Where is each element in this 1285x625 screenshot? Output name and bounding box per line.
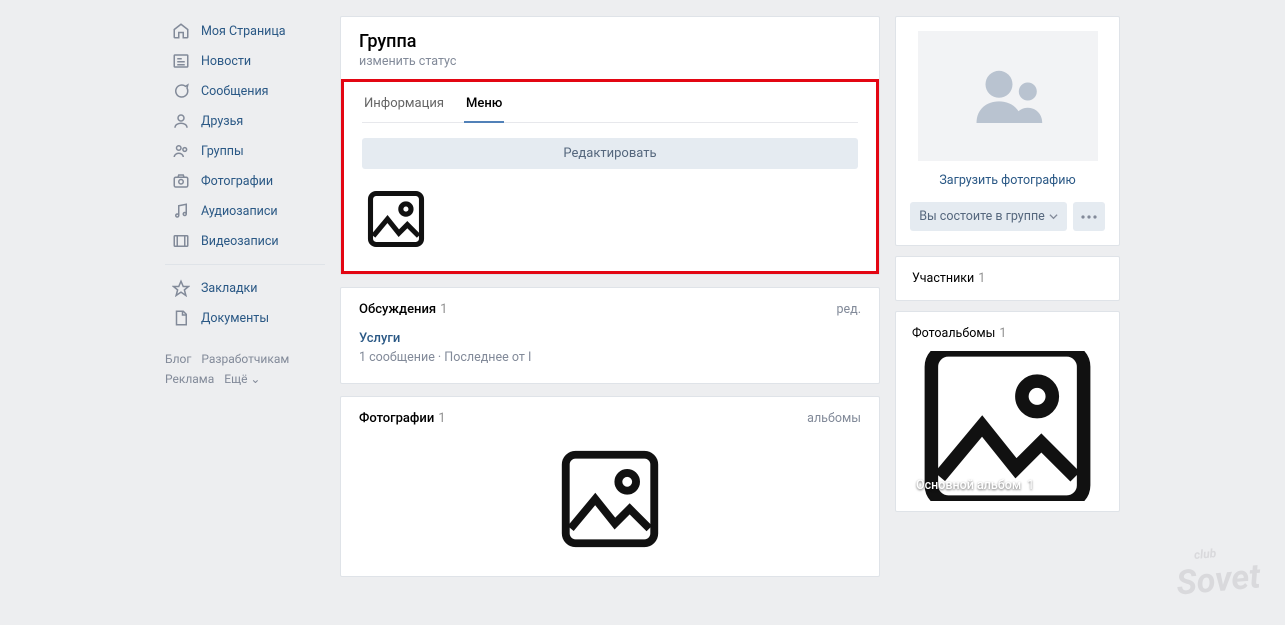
more-actions-button[interactable] [1073,202,1105,231]
nav-documents[interactable]: Документы [165,303,325,333]
ellipsis-icon [1081,215,1097,219]
discussions-card: Обсуждения1 ред. Услуги 1 сообщение · По… [340,287,880,384]
message-icon [171,81,191,101]
friend-icon [171,111,191,131]
nav-groups[interactable]: Группы [165,136,325,166]
nav-label: Группы [201,144,244,159]
nav-my-page[interactable]: Моя Страница [165,16,325,46]
link-blog[interactable]: Блог [165,352,191,366]
camera-icon [171,171,191,191]
tabs: Информация Меню [362,96,858,123]
tab-menu[interactable]: Меню [464,96,504,123]
menu-thumbnail[interactable] [362,185,430,253]
discussions-title: Обсуждения1 [359,302,447,317]
nav-friends[interactable]: Друзья [165,106,325,136]
nav-photos[interactable]: Фотографии [165,166,325,196]
photo-thumbnail[interactable] [551,440,669,558]
nav-label: Документы [201,311,269,326]
photo-albums-title[interactable]: Фотоальбомы1 [912,326,1103,341]
nav-audio[interactable]: Аудиозаписи [165,196,325,226]
albums-link[interactable]: альбомы [807,411,861,426]
upload-photo-link[interactable]: Загрузить фотографию [939,173,1075,188]
nav-label: Закладки [201,281,258,296]
nav-label: Фотографии [201,174,273,189]
sidebar-nav: Моя Страница Новости Сообщения Друзья Гр… [165,16,325,577]
discussions-edit-link[interactable]: ред. [837,302,862,317]
video-icon [171,231,191,251]
nav-label: Новости [201,54,251,69]
nav-label: Друзья [201,114,243,129]
group-avatar-card: Загрузить фотографию Вы состоите в групп… [895,16,1120,246]
news-icon [171,51,191,71]
groups-icon [171,141,191,161]
nav-messages[interactable]: Сообщения [165,76,325,106]
status-link[interactable]: изменить статус [359,54,861,69]
star-icon [171,278,191,298]
music-icon [171,201,191,221]
nav-label: Моя Страница [201,24,286,39]
link-devs[interactable]: Разработчикам [201,352,289,366]
chevron-down-icon [1049,212,1058,221]
edit-button[interactable]: Редактировать [362,138,858,169]
photo-albums-card: Фотоальбомы1 Основной альбом1 [895,311,1120,512]
tab-info[interactable]: Информация [362,96,446,122]
photos-title: Фотографии1 [359,411,446,426]
membership-button[interactable]: Вы состоите в группе [910,202,1067,231]
nav-news[interactable]: Новости [165,46,325,76]
nav-separator [165,264,325,265]
album-thumbnail[interactable]: Основной альбом1 [906,351,1109,501]
members-card: Участники1 [895,256,1120,301]
group-title: Группа [359,31,861,52]
avatar-placeholder[interactable] [918,31,1098,161]
link-more[interactable]: Ещё ⌄ [224,372,260,386]
album-caption: Основной альбом1 [916,478,1034,493]
discussion-topic[interactable]: Услуги [359,331,861,346]
nav-label: Видеозаписи [201,234,279,249]
nav-label: Сообщения [201,84,269,99]
nav-video[interactable]: Видеозаписи [165,226,325,256]
discussion-meta: 1 сообщение · Последнее от I [359,350,861,365]
footer-links: Блог Разработчикам Реклама Ещё ⌄ [165,349,325,390]
home-icon [171,21,191,41]
group-card: Группа изменить статус Информация Меню Р… [340,16,880,275]
photos-card: Фотографии1 альбомы [340,396,880,577]
doc-icon [171,308,191,328]
link-ads[interactable]: Реклама [165,372,214,386]
nav-label: Аудиозаписи [201,204,278,219]
members-title[interactable]: Участники1 [912,271,1103,286]
nav-bookmarks[interactable]: Закладки [165,273,325,303]
